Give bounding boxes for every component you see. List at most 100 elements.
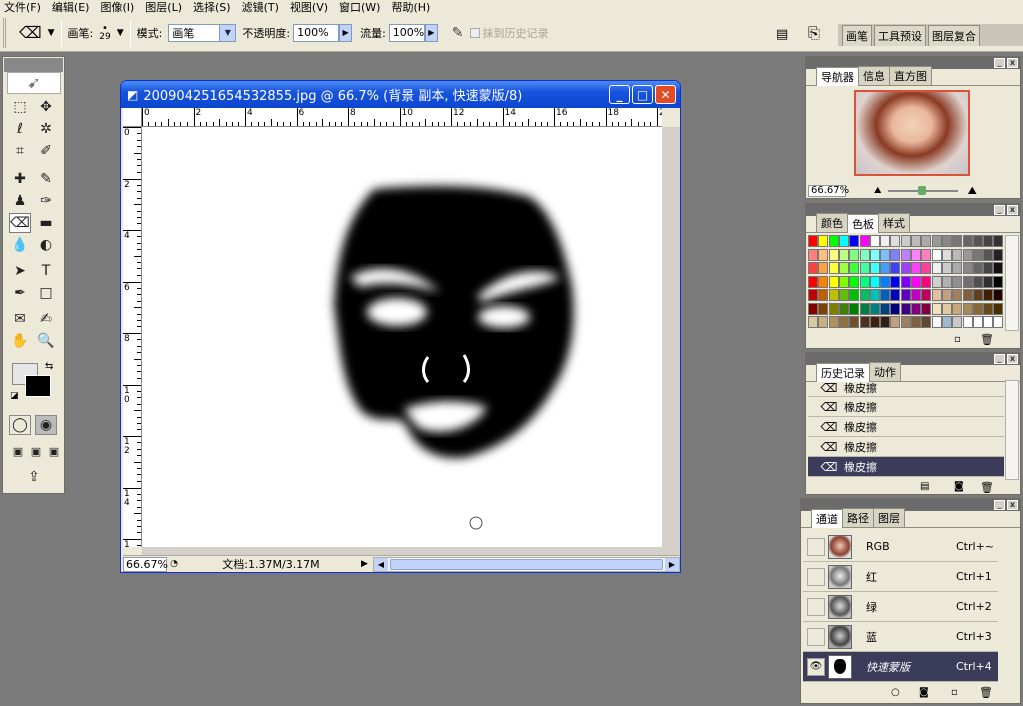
notes-tool-icon[interactable]: ✉ xyxy=(9,309,31,329)
color-swatch[interactable] xyxy=(808,235,818,247)
color-swatch[interactable] xyxy=(941,235,952,247)
color-swatch[interactable] xyxy=(900,316,911,328)
feather-logo-icon[interactable]: ➹ xyxy=(7,72,61,94)
color-swatch[interactable] xyxy=(993,248,1004,261)
new-document-from-state-icon[interactable]: ▤ xyxy=(920,481,929,492)
color-swatch[interactable] xyxy=(818,235,829,247)
channel-row-blue[interactable]: 蓝 Ctrl+3 xyxy=(803,622,998,652)
menu-help[interactable]: 帮助(H) xyxy=(391,0,430,15)
color-swatch[interactable] xyxy=(952,302,963,315)
ruler-origin[interactable] xyxy=(123,108,142,127)
tab-layers[interactable]: 图层 xyxy=(873,508,905,527)
healing-brush-tool-icon[interactable]: ✚ xyxy=(9,169,31,189)
channel-row-green[interactable]: 绿 Ctrl+2 xyxy=(803,592,998,622)
color-swatch[interactable] xyxy=(941,289,952,301)
mode-select[interactable]: 画笔 ▼ xyxy=(168,23,237,42)
color-swatch[interactable] xyxy=(921,248,932,261)
color-swatch[interactable] xyxy=(880,302,891,315)
color-swatch[interactable] xyxy=(818,275,829,288)
color-swatch[interactable] xyxy=(993,262,1004,274)
menu-file[interactable]: 文件(F) xyxy=(4,0,41,15)
color-swatch[interactable] xyxy=(911,262,921,274)
quick-mask-mode-icon[interactable]: ◉ xyxy=(35,415,57,435)
crop-tool-icon[interactable]: ⌗ xyxy=(9,141,31,161)
color-swatch[interactable] xyxy=(972,275,983,288)
dropdown-arrow-icon[interactable]: ▼ xyxy=(48,28,55,38)
color-swatch[interactable] xyxy=(880,235,891,247)
menu-edit[interactable]: 编辑(E) xyxy=(52,0,90,15)
color-swatch[interactable] xyxy=(931,262,942,274)
color-swatch[interactable] xyxy=(890,275,901,288)
color-swatch[interactable] xyxy=(890,289,901,301)
path-selection-tool-icon[interactable]: ➤ xyxy=(9,261,31,281)
history-item[interactable]: ⌫ 橡皮擦 xyxy=(808,397,1004,417)
zoom-out-icon[interactable]: ⛰ xyxy=(874,186,882,196)
visibility-toggle[interactable] xyxy=(807,567,825,586)
brush-dropdown-icon[interactable]: ▼ xyxy=(117,28,124,38)
color-swatch[interactable] xyxy=(828,248,839,261)
color-swatch[interactable] xyxy=(808,262,818,274)
brush-tool-icon[interactable]: ✎ xyxy=(35,169,57,189)
panel-close-icon[interactable]: x xyxy=(1007,205,1018,215)
color-swatch[interactable] xyxy=(911,289,921,301)
color-swatch[interactable] xyxy=(952,289,963,301)
color-swatch[interactable] xyxy=(931,235,942,247)
close-button[interactable]: ✕ xyxy=(655,85,676,104)
panel-close-icon[interactable]: x xyxy=(1007,354,1018,364)
gradient-tool-icon[interactable]: ▬ xyxy=(35,213,57,233)
menu-image[interactable]: 图像(I) xyxy=(100,0,134,15)
tab-histogram[interactable]: 直方图 xyxy=(889,66,932,85)
color-swatch[interactable] xyxy=(921,302,932,315)
color-swatch[interactable] xyxy=(941,302,952,315)
swatch-scrollbar[interactable] xyxy=(1005,235,1019,331)
color-swatch[interactable] xyxy=(993,302,1004,315)
move-tool-icon[interactable]: ✥ xyxy=(35,97,57,117)
color-swatch[interactable] xyxy=(828,235,839,247)
color-swatch[interactable] xyxy=(900,275,911,288)
color-swatch[interactable] xyxy=(849,262,860,274)
color-swatch[interactable] xyxy=(880,275,891,288)
color-swatch[interactable] xyxy=(911,302,921,315)
hand-tool-icon[interactable]: ✋ xyxy=(9,331,31,351)
color-swatch[interactable] xyxy=(921,316,932,328)
new-channel-icon[interactable]: ▫ xyxy=(951,687,958,698)
color-swatch[interactable] xyxy=(849,235,860,247)
color-swatch[interactable] xyxy=(838,316,849,328)
menu-window[interactable]: 窗口(W) xyxy=(339,0,380,15)
color-swatch[interactable] xyxy=(859,248,870,261)
color-swatch[interactable] xyxy=(880,248,891,261)
color-swatch[interactable] xyxy=(941,275,952,288)
color-swatch[interactable] xyxy=(849,302,860,315)
color-swatch[interactable] xyxy=(849,248,860,261)
swap-colors-icon[interactable]: ⇆ xyxy=(45,361,53,372)
color-swatch[interactable] xyxy=(890,302,901,315)
flow-input[interactable]: 100% xyxy=(388,23,425,42)
status-arrow-icon[interactable]: ▶ xyxy=(361,559,373,569)
color-swatch[interactable] xyxy=(859,262,870,274)
tab-navigator[interactable]: 导航器 xyxy=(816,67,859,86)
tab-channels[interactable]: 通道 xyxy=(811,509,843,528)
opacity-slider-button[interactable]: ▶ xyxy=(339,23,353,42)
color-swatch[interactable] xyxy=(880,289,891,301)
color-swatch[interactable] xyxy=(859,316,870,328)
eraser-tool-icon[interactable]: ⌫ xyxy=(9,213,31,233)
color-swatch[interactable] xyxy=(972,262,983,274)
color-swatch[interactable] xyxy=(972,302,983,315)
zoom-field[interactable]: 66.67% xyxy=(123,556,168,572)
vertical-ruler[interactable]: 0 2 4 6 8 10 12 14 1 xyxy=(123,127,142,547)
color-swatch[interactable] xyxy=(921,235,932,247)
color-swatch[interactable] xyxy=(900,262,911,274)
color-swatch[interactable] xyxy=(993,289,1004,301)
color-swatch[interactable] xyxy=(838,248,849,261)
well-tab-tool-presets[interactable]: 工具预设 xyxy=(874,25,926,46)
color-swatch[interactable] xyxy=(962,275,973,288)
save-selection-icon[interactable]: ◙ xyxy=(919,687,929,698)
load-selection-icon[interactable]: ○ xyxy=(891,687,900,698)
tab-info[interactable]: 信息 xyxy=(858,66,890,85)
color-swatch[interactable] xyxy=(931,248,942,261)
menu-view[interactable]: 视图(V) xyxy=(290,0,328,15)
tab-actions[interactable]: 动作 xyxy=(869,362,901,381)
color-swatch[interactable] xyxy=(849,275,860,288)
slider-thumb[interactable] xyxy=(917,185,926,195)
channel-row-quick-mask[interactable]: 👁 快速蒙版 Ctrl+4 xyxy=(803,652,998,682)
